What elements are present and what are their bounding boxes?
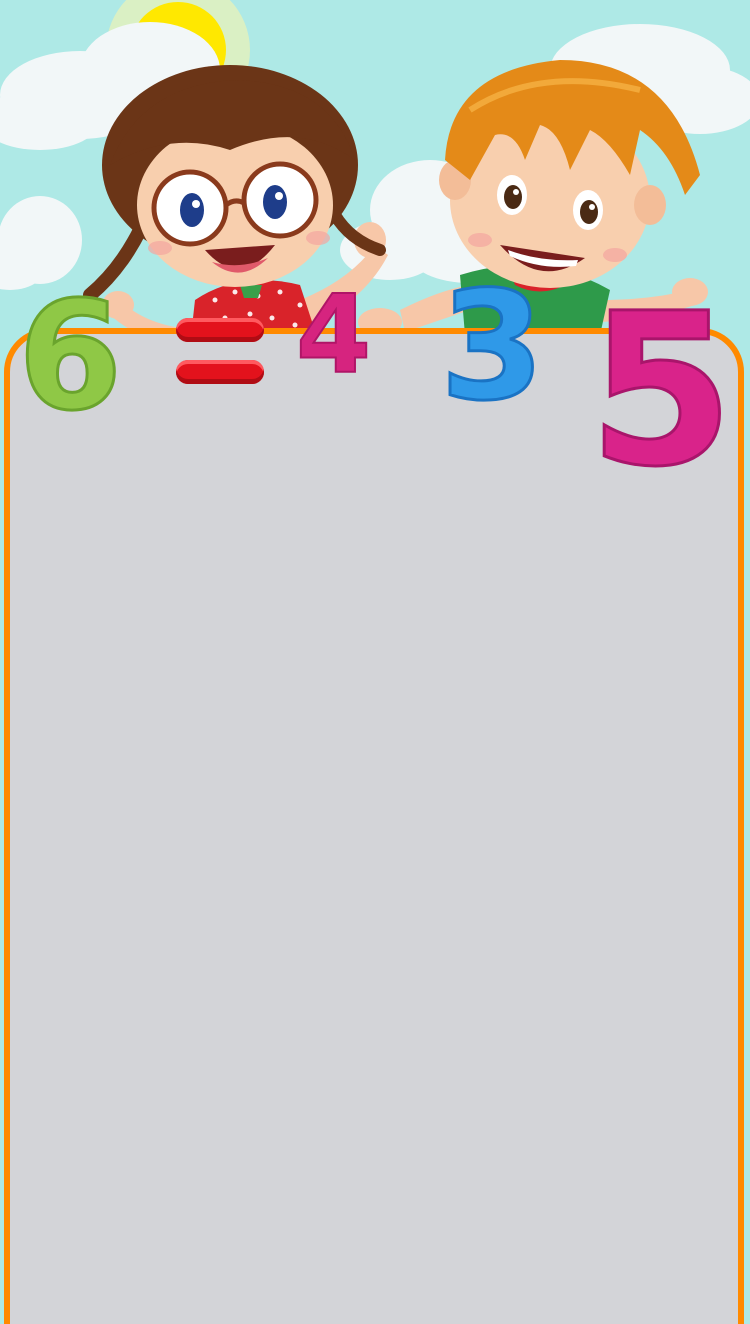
number-five: 5 — [586, 268, 735, 513]
number-three: 3 — [438, 260, 545, 434]
equals-sign — [176, 318, 264, 388]
number-six: 6 — [16, 270, 123, 444]
number-four: 4 — [295, 273, 372, 398]
kids-math-frame: 6 4 3 5 — [0, 0, 750, 1324]
